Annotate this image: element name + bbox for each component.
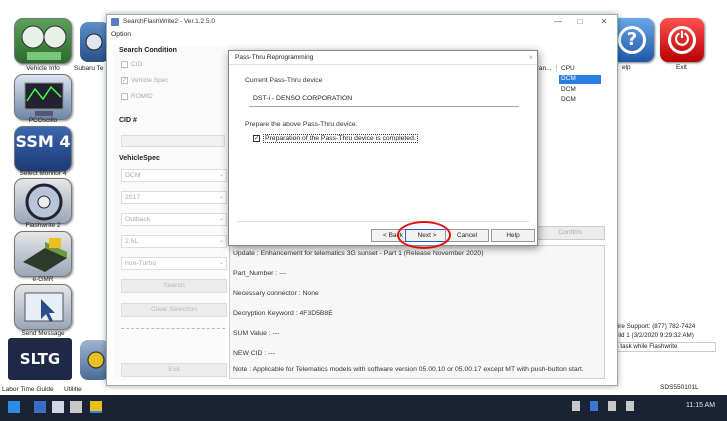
checkbox-icon <box>121 61 128 68</box>
year-select[interactable]: 2017 ⌄ <box>121 191 227 204</box>
help-label: elp <box>622 64 631 71</box>
subaru-tech-label: Subaru Te <box>74 65 104 72</box>
detail-line: Necessary connector : None <box>233 290 319 297</box>
confirm-button[interactable]: Confirm <box>535 226 605 240</box>
pcoscillo-tile[interactable] <box>14 74 72 120</box>
divider <box>121 328 225 329</box>
flash-disc-icon <box>25 183 63 221</box>
flashwrite-tile[interactable] <box>14 178 72 224</box>
prepared-checkbox-label: Preparation of the Pass-Thru device is c… <box>263 134 418 144</box>
support-line: Inspire Support: (877) 782-7424 <box>606 323 696 330</box>
vehicle-spec-option[interactable]: ✓ Vehicle Spec <box>121 77 169 84</box>
send-message-tile[interactable] <box>14 284 72 330</box>
cid-option[interactable]: CID <box>121 61 142 68</box>
detail-line: SUM Value : --- <box>233 330 280 337</box>
prepare-text: Prepare the above Pass-Thru device. <box>245 121 358 128</box>
vehicle-spec-heading: VehicleSpec <box>119 155 160 162</box>
cancel-button[interactable]: Cancel <box>445 229 489 242</box>
select-monitor-tile[interactable]: SSM 4 <box>14 126 72 172</box>
question-icon: ? <box>618 26 646 54</box>
power-icon: ⏻ <box>668 26 696 54</box>
taskbar: 11:15 AM <box>0 395 727 421</box>
window-title: SearchFlashWrite2 - Ver.1.2.5.0 <box>123 18 216 25</box>
utilities-label: Utilitie <box>64 386 82 393</box>
results-grid[interactable]: Tran... CPU DCM DCM DCM <box>533 65 603 105</box>
details-panel: Update : Enhancement for telematics 3G s… <box>229 245 605 379</box>
labor-time-guide-label: Labor Time Guide <box>2 386 54 393</box>
exit-label: Exit <box>676 64 687 71</box>
table-row[interactable]: DCM <box>561 96 576 103</box>
support-info: Inspire Support: (877) 782-7424 5 build … <box>606 322 727 340</box>
detail-line: NEW CID : --- <box>233 350 275 357</box>
table-row[interactable]: DCM <box>561 86 576 93</box>
send-cursor-icon <box>24 292 64 322</box>
maximize-button[interactable]: □ <box>569 15 591 29</box>
network-icon[interactable] <box>608 401 616 411</box>
model-select[interactable]: Outback ⌄ <box>121 213 227 226</box>
task-view-icon[interactable] <box>34 401 46 413</box>
menu-option[interactable]: Option <box>107 29 131 41</box>
divider <box>237 221 529 222</box>
flashwrite-taskbar-icon[interactable] <box>90 401 102 413</box>
checkmark-icon: ✓ <box>253 135 260 142</box>
detail-line: Decryption Keyword : 4F3D5B8E <box>233 310 333 317</box>
pass-thru-dialog: Pass-Thru Reprogramming × Current Pass-T… <box>228 50 538 246</box>
clear-selection-button[interactable]: Clear Selection <box>121 303 227 317</box>
vehicle-info-tile[interactable] <box>14 18 72 64</box>
chevron-down-icon: ⌄ <box>218 260 224 266</box>
detail-line: Update : Enhancement for telematics 3G s… <box>233 250 484 257</box>
exit-tile[interactable]: ⏻ <box>660 18 704 62</box>
windows-start-icon[interactable] <box>8 401 20 413</box>
volume-icon[interactable] <box>626 401 634 411</box>
current-device-field: DST-i - DENSO CORPORATION <box>249 93 519 107</box>
turbo-select[interactable]: non-Turbo ⌄ <box>121 257 227 270</box>
chevron-down-icon: ⌄ <box>218 238 224 244</box>
app-icon[interactable] <box>70 401 82 413</box>
checkbox-icon <box>121 93 128 100</box>
column-header-cpu: CPU <box>561 65 575 72</box>
search-condition-heading: Search Condition <box>119 47 177 54</box>
chevron-down-icon: ⌄ <box>218 194 224 200</box>
ssm-logo-icon: SSM 4 <box>15 132 71 151</box>
left-panel: Search Condition CID ✓ Vehicle Spec ROMID… <box>113 45 227 381</box>
engine-select[interactable]: 2.5L ⌄ <box>121 235 227 248</box>
table-row[interactable]: DCM <box>559 75 601 84</box>
cid-input[interactable] <box>121 135 225 147</box>
ecu-module-icon <box>23 238 67 272</box>
e-gmr-tile[interactable] <box>14 231 72 277</box>
system-select[interactable]: DCM ⌄ <box>121 169 227 182</box>
oscilloscope-icon <box>24 82 64 116</box>
exit-button[interactable]: Exit <box>121 363 227 377</box>
bluetooth-icon[interactable] <box>590 401 598 411</box>
prepared-checkbox[interactable]: ✓ Preparation of the Pass-Thru device is … <box>253 134 418 144</box>
select-monitor-label: Select Monitor 4 <box>19 170 67 177</box>
highlight-circle <box>397 221 451 249</box>
dialog-close-button[interactable]: × <box>528 51 533 65</box>
pcoscillo-label: PCOscillo <box>28 117 58 124</box>
sltg-logo-icon[interactable]: SLTG <box>8 338 72 380</box>
version-code: SDS550101L <box>660 384 699 391</box>
chevron-down-icon: ⌄ <box>218 172 224 178</box>
search-button[interactable]: Search <box>121 279 227 293</box>
clock[interactable]: 11:15 AM <box>686 402 715 409</box>
tray-icon[interactable] <box>572 401 580 411</box>
detail-line: Note : Applicable for Telematics models … <box>233 366 584 373</box>
build-line: 5 build 1 (3/2/2020 9:29:32 AM) <box>606 332 694 339</box>
support-notice: this task while Flashwrite <box>606 342 716 352</box>
chevron-down-icon: ⌄ <box>218 216 224 222</box>
gauges-icon <box>21 25 67 60</box>
e-gmr-label: e-GMR <box>32 276 54 283</box>
flashwrite-label: Flashwrite 2 <box>25 222 61 229</box>
detail-line: Part_Number : --- <box>233 270 286 277</box>
dialog-title: Pass-Thru Reprogramming <box>229 51 537 65</box>
close-button[interactable]: ✕ <box>593 15 615 29</box>
current-device-label: Current Pass-Thru device <box>245 77 323 84</box>
minimize-button[interactable]: — <box>547 15 569 29</box>
help-button[interactable]: Help <box>491 229 535 242</box>
cid-label: CID # <box>119 117 137 124</box>
romid-option[interactable]: ROMID <box>121 93 153 100</box>
checkmark-icon: ✓ <box>121 77 128 84</box>
send-message-label: Send Message <box>21 330 65 337</box>
app-launcher-icon[interactable] <box>52 401 64 413</box>
